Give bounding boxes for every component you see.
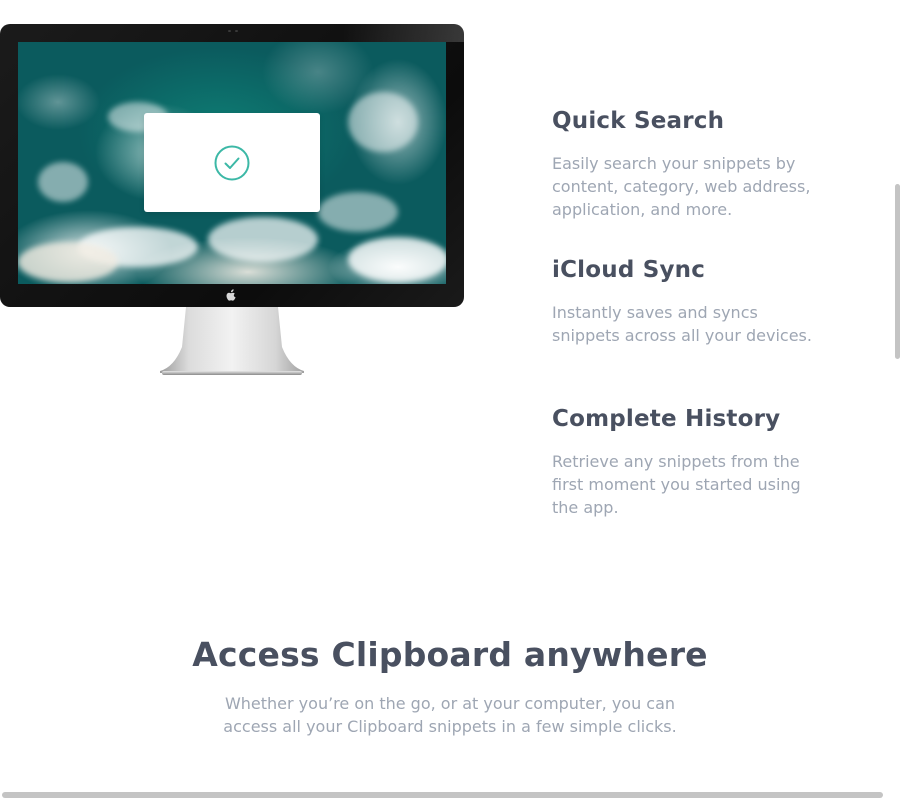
page: Quick Search Easily search your snippets…	[0, 0, 900, 800]
horizontal-scrollbar[interactable]	[2, 792, 883, 798]
section-title: Access Clipboard anywhere	[192, 635, 708, 674]
feature-quick-search: Quick Search Easily search your snippets…	[552, 104, 832, 221]
vertical-scrollbar[interactable]	[895, 184, 900, 359]
feature-icloud-sync: iCloud Sync Instantly saves and syncs sn…	[552, 253, 832, 347]
monitor-bezel	[0, 24, 464, 307]
monitor-illustration	[0, 24, 464, 378]
section-description: Whether you’re on the go, or at your com…	[223, 694, 677, 736]
feature-description: Easily search your snippets by content, …	[552, 154, 811, 219]
feature-title: Quick Search	[552, 108, 725, 134]
monitor-stand	[160, 307, 304, 375]
success-dialog	[144, 113, 320, 212]
feature-title: Complete History	[552, 406, 781, 432]
feature-title: iCloud Sync	[552, 257, 706, 283]
apple-logo-icon	[226, 289, 236, 301]
check-circle-icon	[214, 145, 250, 180]
feature-description: Retrieve any snippets from the first mom…	[552, 452, 801, 517]
feature-description: Instantly saves and syncs snippets acros…	[552, 303, 812, 345]
camera-icon	[228, 30, 238, 32]
feature-complete-history: Complete History Retrieve any snippets f…	[552, 402, 832, 519]
monitor-screen	[18, 42, 446, 284]
